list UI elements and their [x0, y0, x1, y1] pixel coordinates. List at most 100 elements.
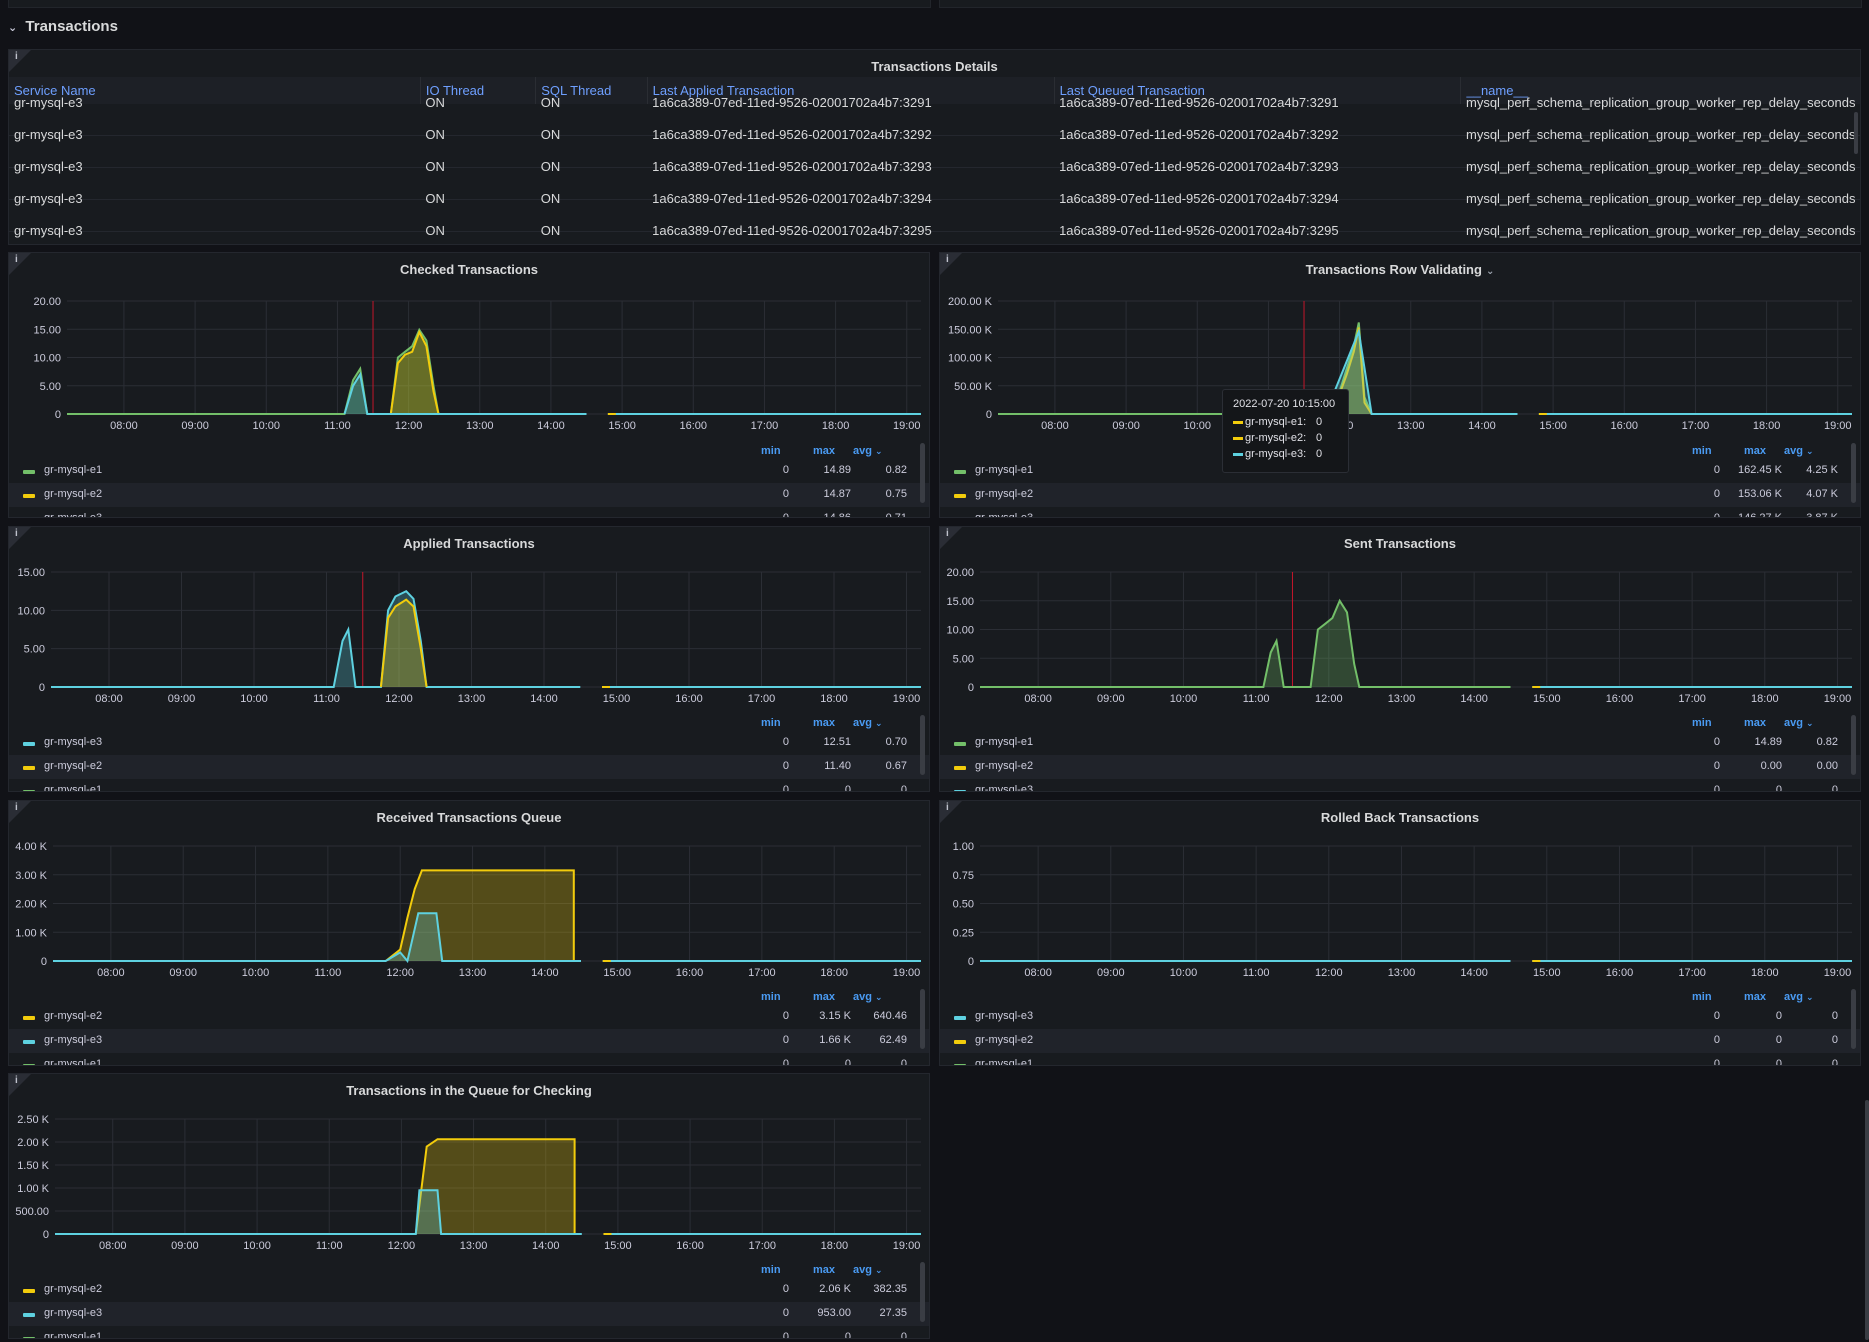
legend-sort-min[interactable]: min — [761, 991, 781, 1003]
legend-swatch — [954, 1016, 966, 1020]
table-scrollbar[interactable] — [1854, 112, 1858, 154]
table-cell: mysql_perf_schema_replication_group_work… — [1460, 118, 1860, 151]
legend-sort-min[interactable]: min — [1692, 717, 1712, 729]
legend-item[interactable]: gr-mysql-e2 0 14.87 0.75 — [9, 483, 929, 507]
legend-sort-avg[interactable]: avg ⌄ — [853, 717, 883, 729]
legend-avg: 0 — [1831, 1058, 1838, 1066]
series-area-gr-mysql-e3 — [344, 374, 587, 414]
legend-sort-max[interactable]: max — [1744, 991, 1766, 1003]
legend-item[interactable]: gr-mysql-e2 0 2.06 K 382.35 — [9, 1278, 929, 1302]
legend-avg: 0.70 — [885, 736, 907, 748]
x-tick-label: 19:00 — [1824, 967, 1852, 979]
table-row[interactable]: gr-mysql-e3 ON ON 1a6ca389-07ed-11ed-9526-0… — [9, 87, 1860, 119]
legend-scrollbar[interactable] — [1851, 443, 1856, 503]
legend-scrollbar[interactable] — [920, 443, 925, 503]
page-scrollbar[interactable] — [1865, 1100, 1869, 1340]
legend-header: min max avg ⌄ — [9, 443, 929, 459]
x-tick-label: 15:00 — [1539, 420, 1567, 432]
x-tick-label: 16:00 — [1611, 420, 1639, 432]
legend-avg: 640.46 — [873, 1010, 907, 1022]
table-cell: 1a6ca389-07ed-11ed-9526-02001702a4b7:329… — [1054, 118, 1461, 151]
legend-item[interactable]: gr-mysql-e3 0 14.86 0.71 — [9, 507, 929, 518]
x-tick-label: 08:00 — [1041, 420, 1069, 432]
panel-stub-right — [939, 0, 1862, 8]
x-tick-label: 11:00 — [324, 420, 351, 432]
legend-item[interactable]: gr-mysql-e1 0 0 0 — [9, 1053, 929, 1065]
y-tick-label: 100.00 K — [948, 353, 993, 365]
legend-sort-avg[interactable]: avg ⌄ — [1784, 717, 1814, 729]
legend-item[interactable]: gr-mysql-e1 0 162.45 K 4.25 K — [940, 459, 1860, 483]
legend-sort-avg[interactable]: avg ⌄ — [1784, 991, 1814, 1003]
table-cell: ON — [420, 182, 536, 215]
table-row[interactable]: gr-mysql-e3 ON ON 1a6ca389-07ed-11ed-9526-0… — [9, 118, 1860, 151]
legend-min: 0 — [1713, 736, 1720, 748]
legend-max: 14.86 — [823, 512, 851, 518]
table-row[interactable]: gr-mysql-e3 ON ON 1a6ca389-07ed-11ed-9526-0… — [9, 214, 1860, 244]
legend-sort-min[interactable]: min — [1692, 991, 1712, 1003]
legend-item[interactable]: gr-mysql-e1 0 14.89 0.82 — [9, 459, 929, 483]
x-tick-label: 13:00 — [466, 420, 494, 432]
series-area-gr-mysql-e3 — [51, 591, 581, 687]
legend-item[interactable]: gr-mysql-e2 0 0.00 0.00 — [940, 755, 1860, 779]
table-row[interactable]: gr-mysql-e3 ON ON 1a6ca389-07ed-11ed-9526-0… — [9, 150, 1860, 183]
table-cell: 1a6ca389-07ed-11ed-9526-02001702a4b7:329… — [647, 150, 1055, 183]
legend-item[interactable]: gr-mysql-e2 0 3.15 K 640.46 — [9, 1005, 929, 1029]
table-cell: 1a6ca389-07ed-11ed-9526-02001702a4b7:329… — [647, 118, 1055, 151]
legend-min: 0 — [782, 736, 789, 748]
y-tick-label: 0 — [41, 956, 47, 968]
legend-max: 0 — [1775, 1034, 1782, 1046]
x-tick-label: 18:00 — [1753, 420, 1781, 432]
legend-swatch — [1233, 452, 1243, 456]
legend-sort-max[interactable]: max — [1744, 445, 1766, 457]
legend-scrollbar[interactable] — [920, 1262, 925, 1322]
table-row[interactable]: gr-mysql-e3 ON ON 1a6ca389-07ed-11ed-9526-0… — [9, 182, 1860, 215]
legend-sort-max[interactable]: max — [813, 1264, 835, 1276]
legend-item[interactable]: gr-mysql-e3 0 0 0 — [940, 1005, 1860, 1029]
legend-item[interactable]: gr-mysql-e3 0 0 0 — [940, 779, 1860, 792]
table-cell: mysql_perf_schema_replication_group_work… — [1460, 214, 1860, 244]
legend-sort-min[interactable]: min — [761, 1264, 781, 1276]
legend-sort-max[interactable]: max — [1744, 717, 1766, 729]
legend-avg: 0 — [1831, 784, 1838, 792]
legend-sort-min[interactable]: min — [761, 445, 781, 457]
x-tick-label: 09:00 — [168, 693, 196, 705]
legend-item[interactable]: gr-mysql-e3 0 953.00 27.35 — [9, 1302, 929, 1326]
legend-scrollbar[interactable] — [1851, 715, 1856, 775]
table-cell: ON — [535, 182, 648, 215]
tooltip-time: 2022-07-20 10:15:00 — [1233, 398, 1336, 410]
legend-item[interactable]: gr-mysql-e3 0 146.27 K 3.87 K — [940, 507, 1860, 517]
x-tick-label: 17:00 — [1678, 693, 1706, 705]
legend-scrollbar[interactable] — [1851, 989, 1856, 1049]
x-tick-label: 17:00 — [748, 1240, 776, 1252]
legend-sort-avg[interactable]: avg ⌄ — [1784, 445, 1814, 457]
legend-max: 0.00 — [1760, 760, 1782, 772]
legend-min: 0 — [1713, 464, 1720, 476]
legend-sort-min[interactable]: min — [761, 717, 781, 729]
legend-item[interactable]: gr-mysql-e2 0 0 0 — [940, 1029, 1860, 1053]
row-header-transactions[interactable]: ⌄ Transactions — [8, 18, 118, 35]
x-tick-label: 18:00 — [1751, 693, 1779, 705]
legend-min: 0 — [782, 512, 789, 518]
legend-sort-min[interactable]: min — [1692, 445, 1712, 457]
graph-tooltip: 2022-07-20 10:15:00 gr-mysql-e1: 0 gr-mys… — [1222, 389, 1349, 473]
legend-sort-max[interactable]: max — [813, 717, 835, 729]
legend-item[interactable]: gr-mysql-e1 0 0 0 — [9, 779, 929, 791]
legend-sort-max[interactable]: max — [813, 445, 835, 457]
legend-sort-avg[interactable]: avg ⌄ — [853, 991, 883, 1003]
legend-item[interactable]: gr-mysql-e1 0 14.89 0.82 — [940, 731, 1860, 755]
legend-item[interactable]: gr-mysql-e3 0 1.66 K 62.49 — [9, 1029, 929, 1053]
legend-sort-avg[interactable]: avg ⌄ — [853, 445, 883, 457]
table-cell: 1a6ca389-07ed-11ed-9526-02001702a4b7:329… — [1054, 182, 1461, 215]
y-tick-label: 1.00 K — [15, 927, 47, 939]
legend-item[interactable]: gr-mysql-e2 0 153.06 K 4.07 K — [940, 483, 1860, 507]
legend-sort-max[interactable]: max — [813, 991, 835, 1003]
legend-avg: 0 — [1831, 1010, 1838, 1022]
legend-item[interactable]: gr-mysql-e3 0 12.51 0.70 — [9, 731, 929, 755]
legend-sort-avg[interactable]: avg ⌄ — [853, 1264, 883, 1276]
legend-scrollbar[interactable] — [920, 989, 925, 1049]
legend-item[interactable]: gr-mysql-e1 0 0 0 — [9, 1326, 929, 1338]
panel-title[interactable]: Transactions Details — [9, 59, 1860, 74]
legend-item[interactable]: gr-mysql-e1 0 0 0 — [940, 1053, 1860, 1066]
legend-scrollbar[interactable] — [920, 715, 925, 775]
legend-item[interactable]: gr-mysql-e2 0 11.40 0.67 — [9, 755, 929, 779]
